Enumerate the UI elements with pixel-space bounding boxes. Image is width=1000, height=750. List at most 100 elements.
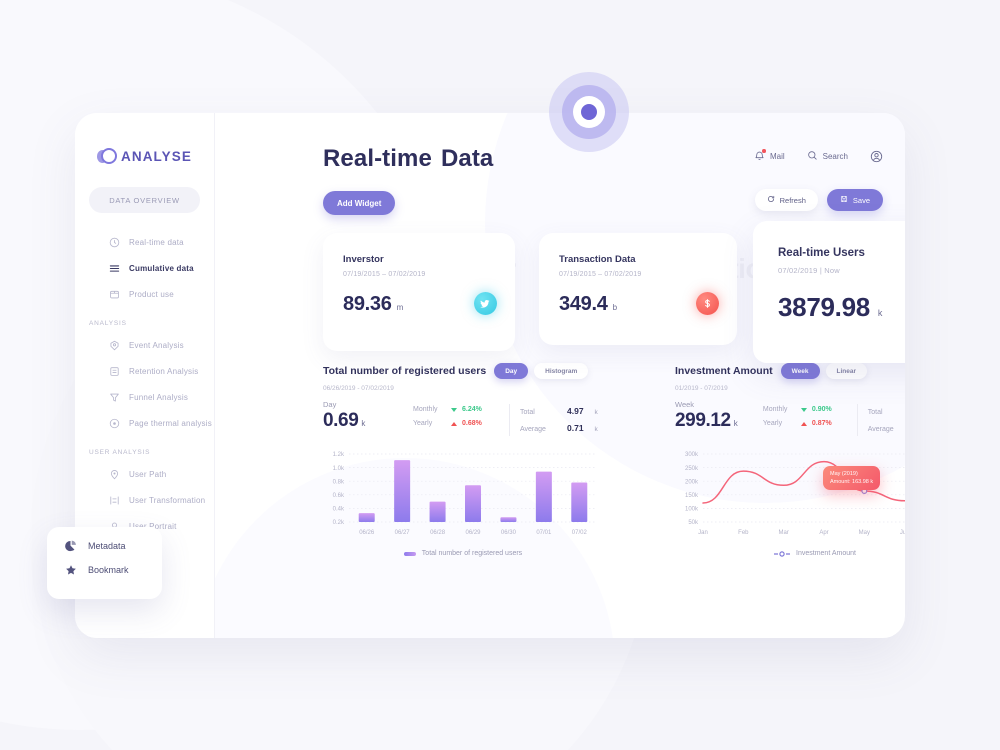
stat-card-investor[interactable]: Inverstor 07/19/2015 – 07/02/2019 89.36 m [323,233,515,351]
search-label: Search [822,152,848,161]
period-value-number: 0.69 [323,410,359,431]
average-stat: Average 0.71 k [520,423,598,433]
average-label: Average [867,426,894,433]
data-overview-label: DATA OVERVIEW [109,195,180,205]
search-icon [807,150,818,163]
total-stat: Total 4.97 k [520,406,598,416]
svg-text:50k: 50k [688,520,699,526]
sidebar-item-real-time-data[interactable]: Real-time data [75,229,214,255]
pin-icon [109,469,120,480]
svg-text:07/01: 07/01 [536,530,552,536]
card-value: 3879.98 [778,292,870,322]
monthly-label: Monthly [762,406,788,413]
mail-button[interactable]: Mail [754,149,785,163]
legend-label: Investment Amount [796,550,856,557]
svg-text:Jan: Jan [698,530,708,536]
toggle-week[interactable]: Week [780,363,820,379]
transform-icon [109,495,120,506]
popup-item-bookmark[interactable]: Bookmark [65,564,162,576]
bar-chart: 1.2k 1.0k 0.8k 0.6k 0.4k 0.2k 06/26 06/27 06/28 0… [323,448,603,544]
pie-chart-icon [65,540,77,552]
period-value: 0.69 k [323,410,413,432]
svg-text:1.2k: 1.2k [333,452,345,458]
svg-text:200k: 200k [685,479,699,485]
svg-text:06/28: 06/28 [430,530,446,536]
add-widget-button[interactable]: Add Widget [323,191,396,215]
sidebar-item-page-thermal-analysis[interactable]: Page thermal analysis [75,410,214,436]
card-date-range: 07/19/2015 – 07/02/2019 [559,271,642,278]
user-avatar-icon[interactable] [870,150,883,163]
svg-text:0.4k: 0.4k [333,507,345,513]
star-icon [65,564,77,576]
bell-icon [754,149,766,163]
header-icon-group: Mail Search [754,149,883,163]
period-label: Day [323,400,337,409]
page-title-part2: Data [440,145,494,172]
save-button[interactable]: Save [826,189,883,211]
sidebar-item-event-analysis[interactable]: Event Analysis [75,332,214,358]
popup-item-metadata[interactable]: Metadata [65,540,162,552]
legend-swatch [403,551,416,556]
search-button[interactable]: Search [807,150,848,163]
tooltip-line-2: Amount: 163.98 k [830,479,874,485]
toggle-day[interactable]: Day [494,363,529,379]
svg-text:07/02: 07/02 [572,530,588,536]
notification-dot [762,149,766,153]
panel-investment-amount: Investment Amount Week Linear 01/2019 - … [675,363,905,557]
popup-item-label: Bookmark [88,565,129,575]
svg-text:Jun: Jun [900,530,905,536]
stat-card-realtime-users[interactable]: Real-time Users 07/02/2019 | Now 3879.98… [753,221,905,363]
list-icon [109,263,120,274]
target-icon [109,418,120,429]
line-chart-legend: Investment Amount [675,550,905,557]
period-value-unit: k [361,419,365,428]
sidebar-item-cumulative-data[interactable]: Cumulative data [75,255,214,281]
panel-title: Investment Amount [675,365,773,377]
svg-text:06/27: 06/27 [395,530,411,536]
period-value-unit: k [733,419,738,428]
sidebar-item-label: Page thermal analysis [129,418,212,428]
sidebar-item-label: Real-time data [129,237,184,247]
stat-card-transaction[interactable]: Transaction Data 07/19/2015 – 07/02/2019… [539,233,737,345]
svg-text:0.6k: 0.6k [333,493,345,499]
average-label: Average [520,426,546,433]
svg-text:06/30: 06/30 [501,530,517,536]
svg-text:Apr: Apr [819,530,828,536]
sidebar-item-user-transformation[interactable]: User Transformation [75,487,214,513]
svg-text:100k: 100k [685,507,699,513]
document-icon [109,366,120,377]
monthly-label: Monthly [413,406,438,413]
sidebar-item-product-use[interactable]: Product use [75,281,214,307]
page-title: Real-time Data [323,145,493,173]
panel-date-range: 06/26/2019 - 07/02/2019 [323,385,394,392]
monthly-value: 6.24% [462,406,482,413]
sidebar-item-user-path[interactable]: User Path [75,461,214,487]
yearly-change: Yearly 0.68% [413,420,505,427]
sidebar-section-analysis: ANALYSIS [89,320,127,327]
location-pin-icon [109,340,120,351]
brand-logo[interactable]: ANALYSE [75,113,214,165]
sidebar-item-label: Product use [129,289,174,299]
dashboard-window: ANALYSE DATA OVERVIEW Real-time data Cum… [75,113,905,638]
sidebar-item-funnel-analysis[interactable]: Funnel Analysis [75,384,214,410]
sidebar-item-label: User Transformation [129,495,206,505]
dollar-icon [696,292,719,315]
trend-down-icon [800,407,807,412]
data-overview-pill[interactable]: DATA OVERVIEW [89,187,200,213]
refresh-button[interactable]: Refresh [754,189,818,211]
panel-date-range: 01/2019 - 07/2019 [675,385,728,392]
sidebar-item-label: Cumulative data [129,263,194,273]
card-unit: b [612,303,618,312]
card-value: 89.36 [343,293,392,315]
sidebar-item-retention-analysis[interactable]: Retention Analysis [75,358,214,384]
total-unit: k [594,409,598,416]
monthly-change: Monthly 6.24% [413,406,505,413]
tooltip-line-1: May (2019) [830,471,858,477]
toggle-histogram[interactable]: Histogram [534,363,589,379]
legend-line-icon [774,550,791,557]
toggle-linear[interactable]: Linear [825,363,868,379]
panel-toggle-group: Week Linear [780,363,868,379]
panel-toggle-group: Day Histogram [494,363,589,379]
period-value: 299.12 k [675,410,763,432]
yearly-label: Yearly [413,420,433,427]
